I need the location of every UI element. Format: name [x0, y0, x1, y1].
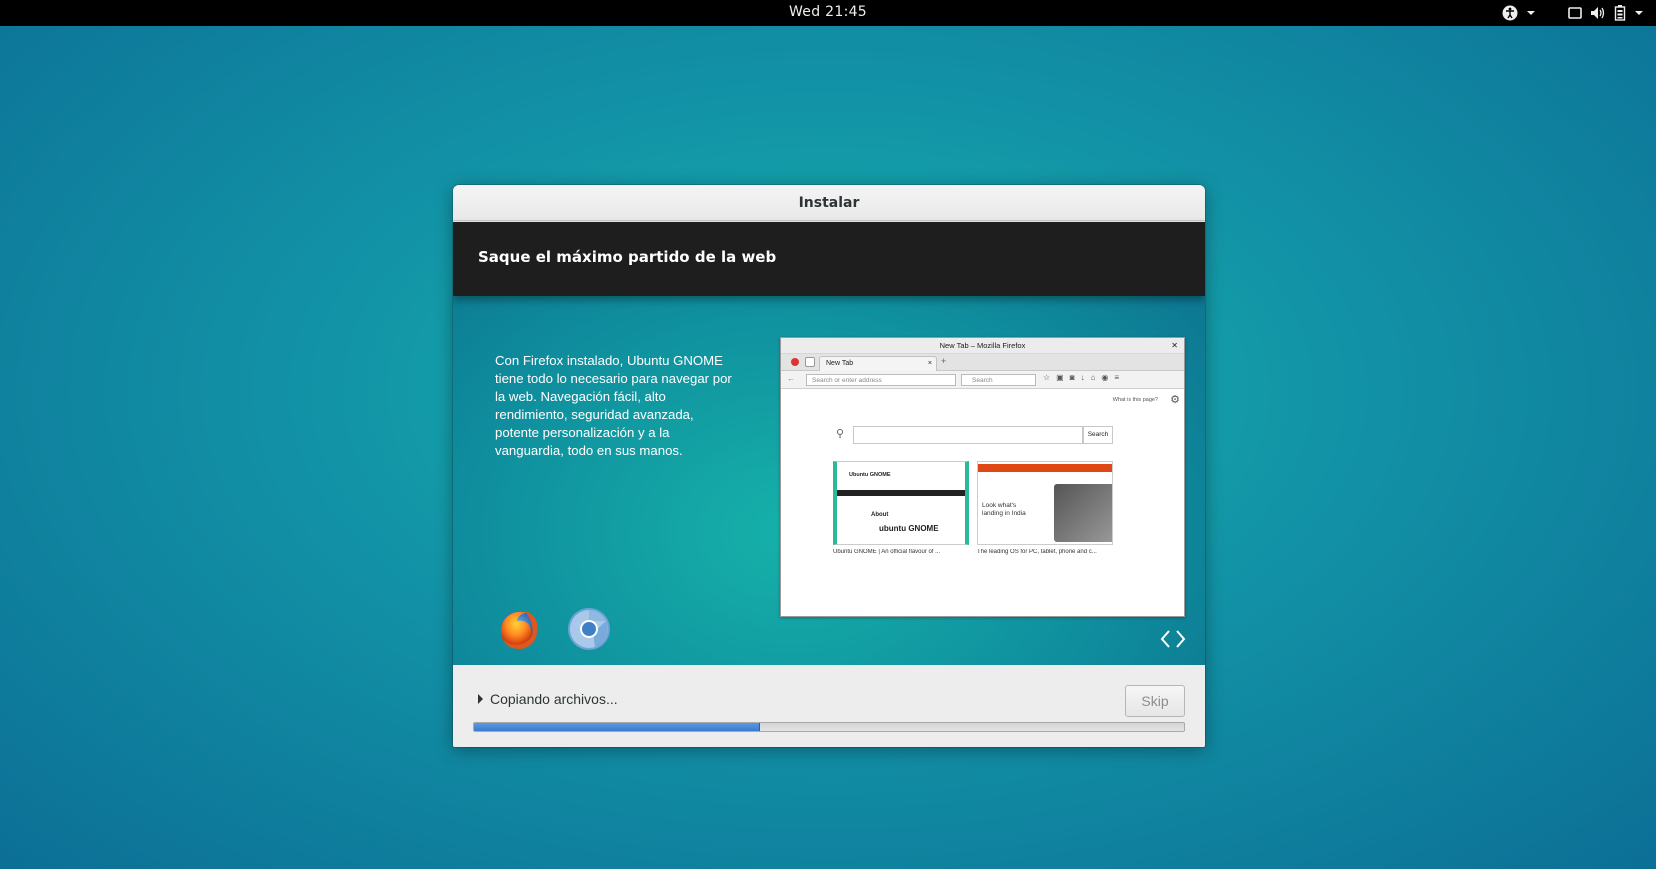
record-icon	[791, 358, 799, 366]
tile-caption: The leading OS for PC, tablet, phone and…	[977, 549, 1097, 555]
plus-icon: +	[941, 356, 947, 366]
close-icon: ×	[927, 360, 932, 367]
screenshot-window-title: New Tab – Mozilla Firefox ✕	[781, 338, 1184, 354]
slide-body-text: Con Firefox instalado, Ubuntu GNOME tien…	[495, 353, 732, 458]
gear-icon: ⚙	[1170, 394, 1180, 406]
chevron-down-icon	[1635, 11, 1643, 15]
details-expander[interactable]: Copiando archivos...	[478, 691, 618, 707]
screenshot-title-text: New Tab – Mozilla Firefox	[939, 341, 1026, 350]
clock[interactable]: Wed 21:45	[789, 4, 867, 20]
dialog-title[interactable]: Instalar	[453, 185, 1205, 221]
screenshot-search-button: Search	[1083, 426, 1113, 444]
close-icon: ✕	[1171, 341, 1178, 350]
search-icon: ⚲	[836, 428, 845, 440]
slide-navigation	[1159, 629, 1187, 653]
screenshot-tab: New Tab ×	[819, 356, 937, 371]
chromium-icon	[568, 608, 610, 650]
window-icon	[1568, 7, 1582, 19]
slide-heading: Saque el máximo partido de la web	[453, 222, 1205, 296]
toolbar-icons: ☆▣◙↓⌂◉≡	[1043, 373, 1126, 382]
battery-icon	[1614, 5, 1626, 21]
accessibility-menu[interactable]	[1502, 5, 1536, 21]
what-is-this-link: What is this page?	[1112, 397, 1158, 403]
tile-about: About	[871, 512, 889, 518]
screenshot-tab-label: New Tab	[826, 360, 854, 367]
skip-button[interactable]: Skip	[1125, 685, 1185, 717]
expander-arrow-icon	[478, 694, 483, 704]
tile-caption: Ubuntu GNOME | An official flavour of ..…	[833, 549, 941, 555]
tile-heading: Ubuntu GNOME	[849, 472, 891, 478]
tab-groups-icon	[805, 357, 815, 367]
progress-fill	[474, 723, 761, 731]
screenshot-tile: Look what's landing in India	[977, 461, 1113, 545]
screenshot-search-bar: Search	[961, 374, 1036, 386]
back-icon: ←	[787, 374, 795, 383]
tile-text: Look what's landing in India	[982, 502, 1026, 517]
chevron-left-icon	[1160, 630, 1170, 648]
slideshow: Saque el máximo partido de la web Con Fi…	[453, 222, 1205, 665]
system-tray	[1502, 3, 1644, 23]
screenshot-navbar: ← Search or enter address Search ☆▣◙↓⌂◉≡	[781, 371, 1184, 389]
firefox-screenshot: New Tab – Mozilla Firefox ✕ New Tab × + …	[780, 337, 1185, 617]
top-bar: Wed 21:45	[0, 0, 1656, 26]
volume-icon	[1591, 7, 1605, 19]
progress-bar	[473, 722, 1185, 732]
tile-header-bar	[978, 464, 1112, 472]
screenshot-address-bar: Search or enter address	[806, 374, 956, 386]
chevron-right-icon	[1176, 630, 1186, 648]
tile-logo: ubuntu GNOME	[879, 524, 939, 533]
chevron-down-icon	[1527, 11, 1535, 15]
previous-slide-button[interactable]	[1159, 629, 1171, 653]
screenshot-tile: Ubuntu GNOME About ubuntu GNOME	[833, 461, 969, 545]
firefox-icon	[501, 611, 538, 649]
accessibility-icon	[1502, 5, 1518, 21]
screenshot-newtab-page: What is this page? ⚙ ⚲ Search Ubuntu GNO…	[781, 389, 1184, 616]
tile-navbar	[837, 490, 965, 496]
devices-image	[1054, 484, 1112, 542]
screenshot-search-box	[853, 426, 1083, 444]
screenshot-tabbar: New Tab × +	[781, 354, 1184, 371]
installer-dialog: Instalar Saque el máximo partido de la w…	[453, 185, 1205, 747]
status-text: Copiando archivos...	[490, 691, 618, 707]
next-slide-button[interactable]	[1175, 629, 1187, 653]
status-menu[interactable]	[1568, 5, 1644, 21]
install-progress-area: Copiando archivos... Skip	[453, 665, 1205, 747]
